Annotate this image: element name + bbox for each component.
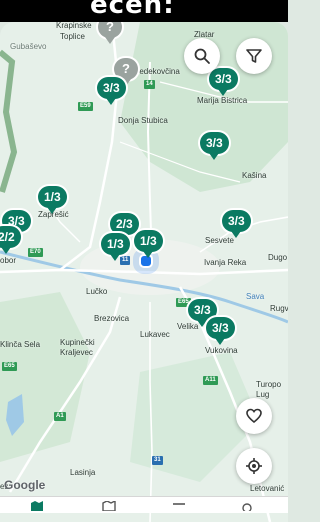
road-shield: E65 (2, 362, 17, 371)
map-pin[interactable]: 3/3 (97, 77, 126, 105)
heart-icon (246, 408, 262, 424)
place-label: Gubaševo (10, 42, 47, 51)
place-label: Bedekovčina (134, 67, 180, 76)
favorites-button[interactable] (236, 398, 272, 434)
map-tab-icon[interactable] (30, 501, 44, 511)
river-label: Sava (246, 292, 265, 301)
country-border (0, 49, 18, 193)
place-label: Klinča Sela (0, 340, 41, 349)
place-label: Turopo Lug (256, 380, 282, 399)
google-logo: Google (4, 478, 46, 492)
place-label: Dugo (268, 253, 288, 262)
place-label: Krapinske (56, 22, 92, 30)
place-label: Kašina (242, 171, 267, 180)
map-pin[interactable]: 3/3 (209, 68, 238, 96)
map-pin[interactable]: 1/3 (101, 233, 130, 261)
filter-button[interactable] (236, 38, 272, 74)
search-button[interactable] (184, 38, 220, 74)
place-label: Donja Stubica (118, 116, 168, 125)
place-label: Rugv (270, 304, 288, 313)
map-pin[interactable]: 3/3 (206, 317, 235, 345)
place-label: Toplice (60, 32, 85, 41)
map-pin[interactable]: 1/3 (38, 186, 67, 214)
road-shield: 14 (144, 80, 155, 89)
place-label: Lasinja (70, 468, 96, 477)
place-label: obor (0, 256, 17, 265)
status-bar: ecen: (0, 0, 288, 22)
road-shield: A11 (203, 376, 218, 385)
map-view[interactable]: Krapinske Toplice Zlatar Gubaševo Bedeko… (0, 22, 288, 522)
place-label: Marija Bistrica (197, 96, 248, 105)
place-label: Sesvete (205, 236, 234, 245)
place-label: Letovanić (250, 484, 285, 493)
bottom-nav (0, 496, 288, 513)
route-tab-icon[interactable] (102, 501, 116, 511)
app-brand: ecen: (90, 0, 175, 20)
place-label: Kupinečki Kraljevec (60, 338, 95, 357)
crosshair-icon (246, 458, 262, 474)
profile-tab-icon[interactable] (240, 501, 254, 511)
map-pin[interactable]: 2/3 (110, 213, 139, 241)
road-shield: E70 (28, 248, 43, 257)
map-pin[interactable]: 1/3 (134, 230, 163, 258)
filter-icon (246, 49, 262, 63)
search-icon (194, 48, 210, 64)
list-tab-icon[interactable] (172, 501, 186, 511)
place-label: Brezovica (94, 314, 130, 323)
place-label: Vukovina (205, 346, 238, 355)
place-label: Velika (177, 322, 199, 331)
place-label: Lukavec (140, 330, 170, 339)
road-shield: 31 (152, 456, 163, 465)
place-label: Lučko (86, 287, 108, 296)
map-pin[interactable]: 3/3 (222, 210, 251, 238)
map-pin[interactable]: 3/3 (200, 132, 229, 160)
place-label: Ivanja Reka (204, 258, 247, 267)
road-shield: A1 (54, 412, 66, 421)
map-pin[interactable]: 2/2 (0, 226, 21, 254)
road-shield: E59 (78, 102, 93, 111)
locate-me-button[interactable] (236, 448, 272, 484)
road-shield: 11 (120, 256, 131, 265)
